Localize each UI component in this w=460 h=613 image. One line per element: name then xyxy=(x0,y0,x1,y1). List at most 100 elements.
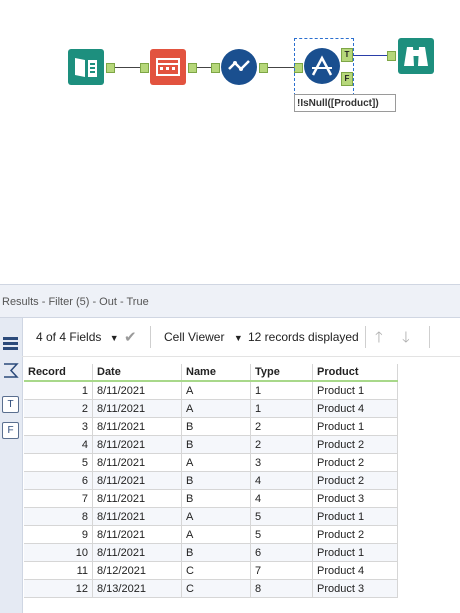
table-cell[interactable]: Product 2 xyxy=(312,453,398,472)
table-cell[interactable]: 8/11/2021 xyxy=(92,471,182,490)
table-cell[interactable]: A xyxy=(181,453,251,472)
table-row[interactable]: 1 8/11/2021 A 1 Product 1 xyxy=(24,381,398,400)
table-cell[interactable]: 2 xyxy=(250,417,313,436)
table-cell[interactable]: Product 2 xyxy=(312,435,398,454)
true-output-anchor[interactable]: T xyxy=(341,48,353,62)
table-cell[interactable]: B xyxy=(181,489,251,508)
true-output-tab[interactable]: T xyxy=(2,396,19,413)
column-header[interactable]: Name xyxy=(181,364,251,382)
table-cell[interactable]: 8/11/2021 xyxy=(92,417,182,436)
table-cell[interactable]: B xyxy=(181,417,251,436)
table-cell[interactable]: A xyxy=(181,381,251,400)
column-header[interactable]: Type xyxy=(250,364,313,382)
output-anchor[interactable] xyxy=(188,63,197,73)
table-cell[interactable]: 4 xyxy=(250,489,313,508)
table-cell[interactable]: 12 xyxy=(24,579,93,598)
table-row[interactable]: 3 8/11/2021 B 2 Product 1 xyxy=(24,417,398,436)
table-cell[interactable]: Product 1 xyxy=(312,381,398,400)
table-cell[interactable]: Product 4 xyxy=(312,561,398,580)
table-row[interactable]: 5 8/11/2021 A 3 Product 2 xyxy=(24,453,398,472)
table-cell[interactable]: 8/11/2021 xyxy=(92,435,182,454)
table-cell[interactable]: 5 xyxy=(24,453,93,472)
table-cell[interactable]: A xyxy=(181,507,251,526)
table-cell[interactable]: C xyxy=(181,561,251,580)
table-cell[interactable]: Product 3 xyxy=(312,579,398,598)
workflow-canvas[interactable]: T F !IsNull([Product]) xyxy=(0,0,460,283)
input-anchor[interactable] xyxy=(140,63,149,73)
input-anchor[interactable] xyxy=(211,63,220,73)
fields-dropdown[interactable]: 4 of 4 Fields ▼ xyxy=(36,330,119,344)
table-cell[interactable]: Product 1 xyxy=(312,543,398,562)
column-header[interactable]: Date xyxy=(92,364,182,382)
table-cell[interactable]: 2 xyxy=(250,435,313,454)
table-cell[interactable]: B xyxy=(181,543,251,562)
table-cell[interactable]: B xyxy=(181,471,251,490)
table-cell[interactable]: 4 xyxy=(24,435,93,454)
table-cell[interactable]: 5 xyxy=(250,525,313,544)
output-anchor[interactable] xyxy=(259,63,268,73)
table-cell[interactable]: Product 4 xyxy=(312,399,398,418)
table-cell[interactable]: 7 xyxy=(24,489,93,508)
table-row[interactable]: 12 8/13/2021 C 8 Product 3 xyxy=(24,579,398,598)
table-row[interactable]: 2 8/11/2021 A 1 Product 4 xyxy=(24,399,398,418)
table-row[interactable]: 7 8/11/2021 B 4 Product 3 xyxy=(24,489,398,508)
table-cell[interactable]: Product 1 xyxy=(312,417,398,436)
table-cell[interactable]: 7 xyxy=(250,561,313,580)
table-cell[interactable]: 3 xyxy=(250,453,313,472)
table-cell[interactable]: 8/11/2021 xyxy=(92,525,182,544)
table-cell[interactable]: 8/12/2021 xyxy=(92,561,182,580)
browse-tool-icon[interactable] xyxy=(398,38,434,74)
table-cell[interactable]: 1 xyxy=(250,399,313,418)
filter-tool-icon[interactable] xyxy=(304,48,340,84)
input-data-tool-icon[interactable] xyxy=(68,49,104,85)
false-output-anchor[interactable]: F xyxy=(341,72,353,86)
table-cell[interactable]: 1 xyxy=(250,381,313,400)
table-view-icon[interactable] xyxy=(2,335,19,352)
table-cell[interactable]: Product 3 xyxy=(312,489,398,508)
metadata-icon[interactable] xyxy=(2,362,19,379)
table-cell[interactable]: A xyxy=(181,525,251,544)
table-cell[interactable]: 4 xyxy=(250,471,313,490)
table-cell[interactable]: 10 xyxy=(24,543,93,562)
table-cell[interactable]: 8/13/2021 xyxy=(92,579,182,598)
column-header[interactable]: Record xyxy=(24,364,93,382)
table-cell[interactable]: 11 xyxy=(24,561,93,580)
arrow-down-icon[interactable]: 🡓 xyxy=(402,327,410,352)
cell-viewer-dropdown[interactable]: Cell Viewer ▼ xyxy=(164,330,243,344)
preparation-tool-icon[interactable] xyxy=(221,49,257,85)
table-row[interactable]: 9 8/11/2021 A 5 Product 2 xyxy=(24,525,398,544)
arrow-up-icon[interactable]: 🡑 xyxy=(375,327,383,352)
table-cell[interactable]: Product 2 xyxy=(312,471,398,490)
table-cell[interactable]: 1 xyxy=(24,381,93,400)
table-cell[interactable]: 8/11/2021 xyxy=(92,543,182,562)
table-row[interactable]: 10 8/11/2021 B 6 Product 1 xyxy=(24,543,398,562)
input-anchor[interactable] xyxy=(387,51,396,61)
table-cell[interactable]: 5 xyxy=(250,507,313,526)
table-row[interactable]: 11 8/12/2021 C 7 Product 4 xyxy=(24,561,398,580)
table-row[interactable]: 4 8/11/2021 B 2 Product 2 xyxy=(24,435,398,454)
select-tool-icon[interactable] xyxy=(150,49,186,85)
table-cell[interactable]: 8/11/2021 xyxy=(92,399,182,418)
table-cell[interactable]: 2 xyxy=(24,399,93,418)
check-icon[interactable]: ✔ xyxy=(124,328,137,346)
table-cell[interactable]: 8 xyxy=(24,507,93,526)
table-cell[interactable]: 8 xyxy=(250,579,313,598)
table-cell[interactable]: 6 xyxy=(250,543,313,562)
table-cell[interactable]: Product 1 xyxy=(312,507,398,526)
false-output-tab[interactable]: F xyxy=(2,422,19,439)
table-row[interactable]: 6 8/11/2021 B 4 Product 2 xyxy=(24,471,398,490)
table-row[interactable]: 8 8/11/2021 A 5 Product 1 xyxy=(24,507,398,526)
table-cell[interactable]: 9 xyxy=(24,525,93,544)
table-cell[interactable]: 3 xyxy=(24,417,93,436)
output-anchor[interactable] xyxy=(106,63,115,73)
table-cell[interactable]: Product 2 xyxy=(312,525,398,544)
table-cell[interactable]: 8/11/2021 xyxy=(92,507,182,526)
table-cell[interactable]: A xyxy=(181,399,251,418)
table-cell[interactable]: 8/11/2021 xyxy=(92,381,182,400)
table-cell[interactable]: 8/11/2021 xyxy=(92,489,182,508)
column-header[interactable]: Product xyxy=(312,364,398,382)
table-cell[interactable]: 6 xyxy=(24,471,93,490)
table-cell[interactable]: C xyxy=(181,579,251,598)
table-cell[interactable]: 8/11/2021 xyxy=(92,453,182,472)
table-cell[interactable]: B xyxy=(181,435,251,454)
